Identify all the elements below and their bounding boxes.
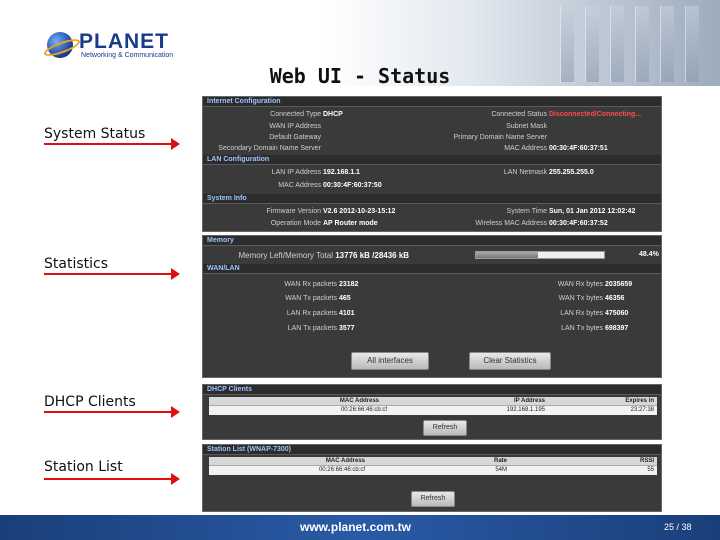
station-rssi: 55: [647, 467, 654, 473]
secondary-dns-label: Secondary Domain Name Server: [218, 145, 321, 152]
col-mac: MAC Address: [325, 458, 365, 464]
table-header-row: MAC Address IP Address Expires in: [209, 397, 657, 406]
lan-tx-packets-label: LAN Tx packets: [287, 325, 337, 332]
wan-mac-label: MAC Address: [504, 145, 547, 152]
col-rate: Rate: [493, 458, 507, 464]
station-rate: 54M: [495, 467, 507, 473]
lan-ip-label: LAN IP Address: [271, 169, 321, 176]
primary-dns-label: Primary Domain Name Server: [453, 134, 547, 141]
wan-mac-value: 00:30:4F:60:37:51: [548, 145, 608, 152]
slide-title: Web UI - Status: [269, 64, 451, 88]
conn-type-value: DHCP: [322, 111, 343, 118]
memory-header: Memory: [203, 236, 661, 246]
lan-rx-bytes-label: LAN Rx bytes: [560, 310, 603, 317]
wireless-mac-value: 00:30:4F:60:37:52: [548, 220, 608, 227]
lan-netmask-label: LAN Netmask: [503, 169, 547, 176]
conn-status-value: Disconnected/Connecting...: [548, 111, 642, 118]
system-time-value: Sun, 01 Jan 2012 12:02:42: [548, 208, 636, 215]
memory-percent: 48.4%: [639, 251, 659, 258]
lan-netmask-value: 255.255.255.0: [548, 169, 594, 176]
station-table: MAC Address Rate RSSI 00:26:66:46:cb:cf …: [209, 457, 657, 475]
wan-rx-bytes-label: WAN Rx bytes: [557, 281, 603, 288]
conn-status-label: Connected Status: [491, 111, 547, 118]
station-list-header: Station List (WNAP-7300): [203, 445, 661, 455]
statistics-panel: Memory Memory Left/Memory Total 13776 kB…: [202, 235, 662, 378]
table-row: 00:26:66:46:cb:cf 54M 55: [209, 466, 657, 475]
dhcp-clients-header: DHCP Clients: [203, 385, 661, 395]
arrow-statistics: [44, 268, 180, 280]
op-mode-value: AP Router mode: [322, 220, 378, 227]
arrow-system-status: [44, 138, 180, 150]
op-mode-label: Operation Mode: [270, 220, 321, 227]
label-system-status: System Status: [44, 126, 146, 142]
system-time-label: System Time: [506, 208, 547, 215]
dhcp-mac: 00:26:66:46:cb:cf: [340, 407, 387, 413]
arrow-dhcp-clients: [44, 406, 180, 418]
wireless-mac-label: Wireless MAC Address: [475, 220, 547, 227]
wan-tx-packets-label: WAN Tx packets: [285, 295, 337, 302]
label-station-list: Station List: [44, 459, 123, 475]
lan-tx-bytes-label: LAN Tx bytes: [561, 325, 603, 332]
logo-text: PLANET: [79, 30, 169, 53]
lan-tx-packets-value: 3577: [338, 325, 355, 332]
arrow-station-list: [44, 473, 180, 485]
lan-mac-value: 00:30:4F:60:37:50: [322, 182, 382, 189]
memory-value: 13776 kB /28436 kB: [335, 251, 410, 260]
memory-usage-fill: [476, 252, 538, 258]
wanlan-header: WAN/LAN: [203, 264, 661, 274]
station-refresh-button[interactable]: Refresh: [411, 491, 455, 507]
dhcp-expires: 23:27:38: [630, 407, 654, 413]
col-expires: Expires in: [625, 398, 654, 404]
wan-tx-packets-value: 465: [338, 295, 351, 302]
wan-rx-packets-label: WAN Rx packets: [284, 281, 337, 288]
wan-rx-packets-value: 23182: [338, 281, 359, 288]
globe-icon: [47, 32, 73, 58]
col-ip: IP Address: [513, 398, 545, 404]
dhcp-ip: 192.168.1.195: [506, 407, 545, 413]
table-header-row: MAC Address Rate RSSI: [209, 457, 657, 466]
internet-config-header: Internet Configuration: [203, 97, 661, 107]
memory-usage-bar: [475, 251, 605, 259]
system-info-header: System Info: [203, 194, 661, 204]
subnet-label: Subnet Mask: [506, 123, 547, 130]
system-status-panel: Internet Configuration Connected Type DH…: [202, 96, 662, 232]
wan-tx-bytes-value: 46356: [604, 295, 625, 302]
clear-statistics-button[interactable]: Clear Statistics: [469, 352, 551, 370]
label-statistics: Statistics: [44, 256, 108, 272]
all-interfaces-button[interactable]: All interfaces: [351, 352, 429, 370]
table-row: 00:26:66:46:cb:cf 192.168.1.195 23:27:38: [209, 406, 657, 415]
logo-tagline: Networking & Communication: [81, 52, 174, 59]
planet-logo: PLANET Networking & Communication: [47, 28, 187, 66]
dhcp-table: MAC Address IP Address Expires in 00:26:…: [209, 397, 657, 415]
lan-config-header: LAN Configuration: [203, 155, 661, 165]
station-mac: 00:26:66:46:cb:cf: [318, 467, 365, 473]
page-number: 25 / 38: [664, 522, 692, 532]
lan-tx-bytes-value: 698397: [604, 325, 629, 332]
memory-label: Memory Left/Memory Total: [238, 251, 333, 260]
conn-type-label: Connected Type: [270, 111, 321, 118]
col-rssi: RSSI: [639, 458, 654, 464]
firmware-label: Firmware Version: [266, 208, 321, 215]
wan-rx-bytes-value: 2035659: [604, 281, 633, 288]
lan-rx-bytes-value: 475060: [604, 310, 629, 317]
dhcp-clients-panel: DHCP Clients MAC Address IP Address Expi…: [202, 384, 662, 440]
dhcp-refresh-button[interactable]: Refresh: [423, 420, 467, 436]
station-list-panel: Station List (WNAP-7300) MAC Address Rat…: [202, 444, 662, 512]
gateway-label: Default Gateway: [269, 134, 321, 141]
label-dhcp-clients: DHCP Clients: [44, 394, 136, 410]
wan-tx-bytes-label: WAN Tx bytes: [558, 295, 603, 302]
col-mac: MAC Address: [339, 398, 379, 404]
lan-mac-label: MAC Address: [278, 182, 321, 189]
lan-ip-value: 192.168.1.1: [322, 169, 360, 176]
firmware-value: V2.6 2012-10-23-15:12: [322, 208, 396, 215]
lan-rx-packets-label: LAN Rx packets: [286, 310, 337, 317]
footer-url[interactable]: www.planet.com.tw: [300, 520, 411, 534]
wan-ip-label: WAN IP Address: [269, 123, 321, 130]
lan-rx-packets-value: 4101: [338, 310, 355, 317]
